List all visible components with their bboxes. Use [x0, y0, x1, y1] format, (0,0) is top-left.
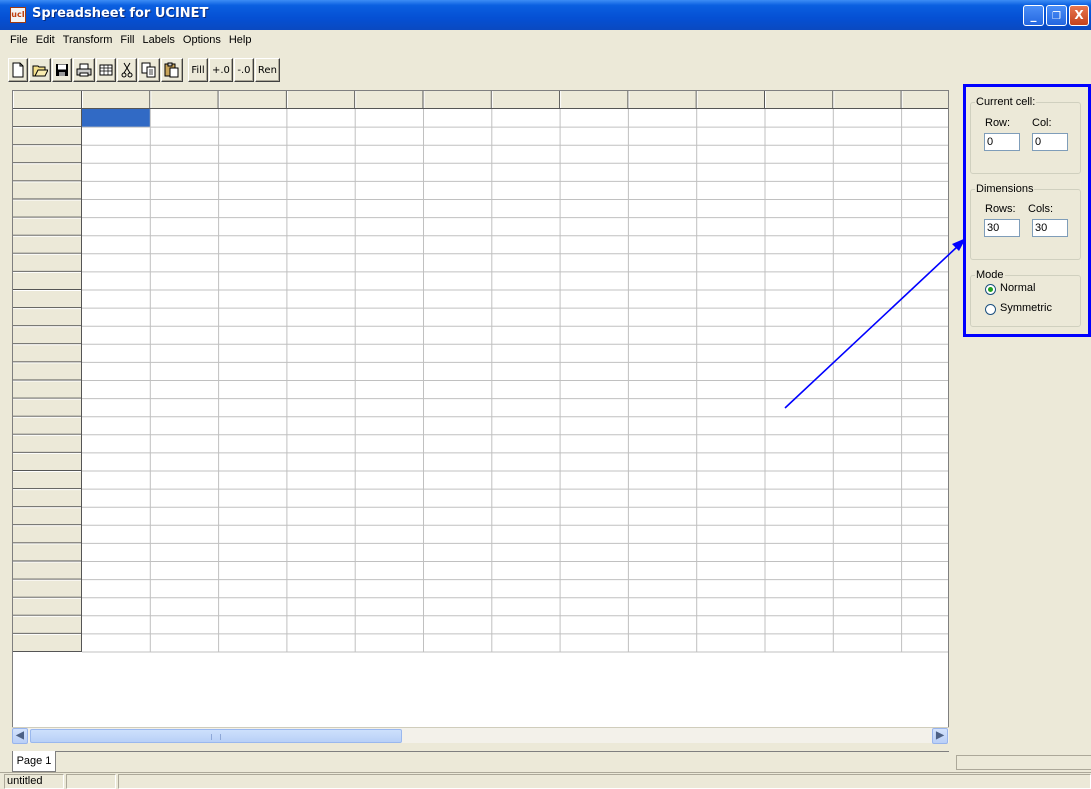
menu-help[interactable]: Help — [225, 30, 256, 50]
scroll-right-button[interactable]: ▶ — [932, 728, 948, 744]
save-button[interactable] — [52, 58, 72, 82]
close-button[interactable]: X — [1069, 5, 1089, 26]
arrow-left-icon: ◀ — [16, 730, 24, 741]
cut-icon — [121, 62, 133, 78]
cols-label: Cols: — [1028, 203, 1054, 215]
col-label: Col: — [1032, 117, 1052, 129]
grid-button[interactable] — [96, 58, 116, 82]
current-cell-legend: Current cell: — [975, 96, 1037, 108]
menu-file[interactable]: File — [6, 30, 32, 50]
restore-icon: ❐ — [1052, 11, 1061, 22]
title-bar: ucI Spreadsheet for UCINET _ ❐ X — [0, 0, 1091, 30]
mode-symmetric-radio[interactable] — [985, 304, 996, 315]
menu-edit[interactable]: Edit — [32, 30, 59, 50]
arrow-right-icon: ▶ — [936, 730, 944, 741]
print-icon — [76, 63, 92, 77]
current-cell-group: Current cell: Row: Col: 0 0 — [970, 96, 1081, 174]
menu-fill[interactable]: Fill — [116, 30, 138, 50]
cols-field[interactable]: 30 — [1032, 219, 1068, 237]
fill-button[interactable]: Fill — [188, 58, 208, 82]
status-panel-right — [956, 755, 1091, 770]
toolbar: Fill +.0 -.0 Ren — [8, 58, 281, 84]
status-panel-2 — [66, 774, 116, 789]
scroll-left-button[interactable]: ◀ — [12, 728, 28, 744]
add-decimal-button[interactable]: +.0 — [209, 58, 233, 82]
dimensions-legend: Dimensions — [975, 183, 1035, 195]
rows-field[interactable]: 30 — [984, 219, 1020, 237]
minimize-button[interactable]: _ — [1023, 5, 1044, 26]
close-icon: X — [1074, 8, 1084, 22]
current-col-field[interactable]: 0 — [1032, 133, 1068, 151]
mode-symmetric-label[interactable]: Symmetric — [1000, 302, 1052, 314]
mode-group: Mode Normal Symmetric — [970, 269, 1081, 327]
maximize-button[interactable]: ❐ — [1046, 5, 1067, 26]
minimize-icon: _ — [1030, 8, 1037, 22]
tab-page-1[interactable]: Page 1 — [12, 751, 56, 772]
print-button[interactable] — [73, 58, 95, 82]
scroll-grip-icon — [211, 734, 221, 740]
menu-transform[interactable]: Transform — [59, 30, 117, 50]
selected-cell[interactable] — [82, 109, 151, 128]
menu-bar: File Edit Transform Fill Labels Options Help — [0, 30, 1091, 50]
properties-panel: Current cell: Row: Col: 0 0 Dimensions R… — [955, 92, 1091, 738]
status-filename: untitled — [4, 774, 64, 789]
current-row-field[interactable]: 0 — [984, 133, 1020, 151]
rename-button[interactable]: Ren — [254, 58, 280, 82]
tab-divider — [56, 751, 949, 752]
grid-icon — [99, 64, 113, 76]
new-icon — [12, 62, 24, 78]
row-label: Row: — [985, 117, 1011, 129]
copy-button[interactable] — [138, 58, 160, 82]
spreadsheet-grid[interactable] — [12, 90, 949, 740]
open-button[interactable] — [29, 58, 51, 82]
remove-decimal-button[interactable]: -.0 — [233, 58, 254, 82]
cut-button[interactable] — [117, 58, 137, 82]
open-icon — [32, 65, 48, 77]
scroll-thumb[interactable] — [30, 729, 402, 743]
menu-labels[interactable]: Labels — [138, 30, 178, 50]
paste-icon — [164, 62, 179, 78]
copy-icon — [141, 62, 156, 78]
rows-label: Rows: — [985, 203, 1016, 215]
app-icon: ucI — [10, 7, 26, 23]
window-title: Spreadsheet for UCINET — [32, 6, 209, 21]
horizontal-scrollbar[interactable]: ◀ ▶ — [12, 727, 949, 744]
dimensions-group: Dimensions Rows: Cols: 30 30 — [970, 183, 1081, 260]
menu-options[interactable]: Options — [179, 30, 225, 50]
save-icon — [56, 64, 68, 76]
grid-cells[interactable] — [13, 91, 948, 727]
new-button[interactable] — [8, 58, 28, 82]
mode-normal-radio[interactable] — [985, 284, 996, 295]
mode-legend: Mode — [975, 269, 1005, 281]
status-panel-3 — [118, 774, 1091, 789]
paste-button[interactable] — [161, 58, 183, 82]
mode-normal-label[interactable]: Normal — [1000, 282, 1035, 294]
status-bar: untitled — [0, 772, 1091, 789]
column-header-row[interactable] — [13, 91, 948, 109]
